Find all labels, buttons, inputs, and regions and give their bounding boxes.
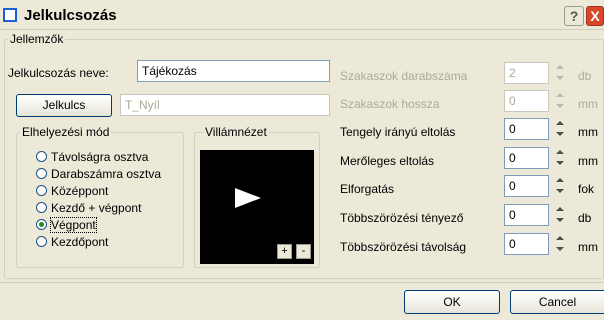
characteristics-group-label: Jellemzők: [8, 32, 66, 46]
dialog-window: Jelkulcsozás ? X Jellemzők Jelkulcsozás …: [0, 0, 604, 320]
multiplication-factor-input[interactable]: 0: [504, 204, 549, 226]
placement-option-label: Kezdőpont: [51, 235, 109, 249]
perpendicular-offset-unit: mm: [578, 154, 598, 168]
title-bar[interactable]: Jelkulcsozás ? X: [0, 3, 604, 30]
axial-offset-spinner[interactable]: [552, 118, 568, 140]
rotation-spinner[interactable]: [552, 175, 568, 197]
spin-down-icon[interactable]: [556, 161, 564, 165]
radio-dot: [39, 222, 44, 227]
spin-down-icon[interactable]: [556, 132, 564, 136]
param-label-perpendicular-offset: Merőleges eltolás: [340, 154, 435, 168]
rotation-unit: fok: [578, 182, 595, 196]
zoom-out-button[interactable]: -: [296, 244, 311, 259]
axial-offset-unit: mm: [578, 125, 598, 139]
placement-mode-label: Elhelyezési mód: [20, 125, 112, 139]
spin-down-icon[interactable]: [556, 218, 564, 222]
param-label-multiplication-distance: Többszörözési távolság: [340, 240, 467, 254]
name-input[interactable]: Tájékozás: [137, 60, 330, 82]
spin-up-icon: [556, 65, 564, 69]
radio-button[interactable]: [36, 151, 47, 162]
preview-canvas: + -: [200, 150, 314, 264]
param-label-axial-offset: Tengely irányú eltolás: [340, 125, 456, 139]
multiplication-distance-spinner[interactable]: [552, 233, 568, 255]
segment-count-input: 2: [504, 62, 549, 84]
window-icon: [3, 8, 17, 22]
perpendicular-offset-input[interactable]: 0: [504, 147, 549, 169]
multiplication-distance-input[interactable]: 0: [504, 233, 549, 255]
spin-up-icon[interactable]: [556, 121, 564, 125]
multiplication-factor-spinner[interactable]: [552, 204, 568, 226]
radio-button[interactable]: [36, 202, 47, 213]
spin-down-icon: [556, 104, 564, 108]
param-label-multiplication-factor: Többszörözési tényező: [340, 211, 464, 225]
param-label-segment-count: Szakaszok darabszáma: [340, 69, 468, 83]
jelkulcs-value-field: T_Nyíl: [120, 94, 330, 116]
placement-option-label: Végpont: [50, 217, 97, 233]
placement-option-label: Középpont: [51, 184, 109, 198]
close-button[interactable]: X: [586, 6, 604, 26]
radio-button[interactable]: [36, 168, 47, 179]
spin-up-icon: [556, 93, 564, 97]
cancel-button[interactable]: Cancel: [510, 290, 604, 314]
spin-up-icon[interactable]: [556, 150, 564, 154]
preview-group-label: Villámnézet: [203, 125, 269, 139]
radio-button[interactable]: [36, 185, 47, 196]
spin-up-icon[interactable]: [556, 178, 564, 182]
arrow-symbol-icon: [235, 188, 261, 208]
segment-length-input: 0: [504, 90, 549, 112]
segment-count-unit: db: [578, 69, 592, 83]
spin-up-icon[interactable]: [556, 236, 564, 240]
placement-option-label: Távolságra osztva: [51, 150, 149, 164]
placement-option-label: Darabszámra osztva: [51, 167, 162, 181]
param-label-rotation: Elforgatás: [340, 182, 395, 196]
multiplication-factor-unit: db: [578, 211, 592, 225]
spin-down-icon[interactable]: [556, 189, 564, 193]
spin-down-icon[interactable]: [556, 247, 564, 251]
jelkulcs-button[interactable]: Jelkulcs: [16, 94, 112, 117]
placement-option-label: Kezdő + végpont: [51, 201, 142, 215]
name-label: Jelkulcsozás neve:: [8, 66, 109, 80]
segment-length-unit: mm: [578, 97, 598, 111]
spin-up-icon[interactable]: [556, 207, 564, 211]
spin-down-icon: [556, 76, 564, 80]
help-button[interactable]: ?: [564, 6, 584, 26]
window-title: Jelkulcsozás: [24, 7, 117, 24]
ok-button[interactable]: OK: [404, 290, 500, 314]
rotation-input[interactable]: 0: [504, 175, 549, 197]
segment-length-spinner: [552, 90, 568, 112]
segment-count-spinner: [552, 62, 568, 84]
footer-separator: [0, 282, 604, 283]
multiplication-distance-unit: mm: [578, 240, 598, 254]
axial-offset-input[interactable]: 0: [504, 118, 549, 140]
zoom-in-button[interactable]: +: [277, 244, 292, 259]
param-label-segment-length: Szakaszok hossza: [340, 97, 440, 111]
radio-button-selected[interactable]: [36, 219, 47, 230]
radio-button[interactable]: [36, 236, 47, 247]
perpendicular-offset-spinner[interactable]: [552, 147, 568, 169]
